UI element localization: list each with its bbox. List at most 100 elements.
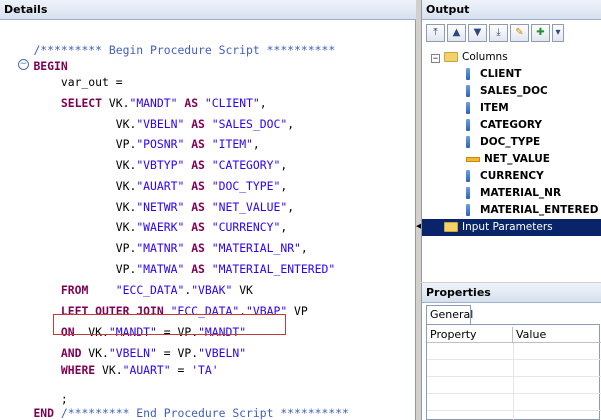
code-token: ; [6, 392, 68, 406]
dropdown-icon[interactable]: ▾ [552, 24, 564, 42]
attribute-column-icon [466, 102, 470, 115]
code-token: FROM [60, 283, 89, 297]
tree-item-label: MATERIAL_NR [480, 187, 562, 199]
table-gridline [427, 376, 601, 377]
move-bottom-icon[interactable]: ⤓ [489, 24, 508, 42]
tree-item-column[interactable]: CATEGORY [466, 117, 542, 134]
code-token: AS [191, 158, 205, 172]
code-token: , [300, 241, 308, 255]
code-token: "MATNR" [136, 241, 185, 255]
code-line: /********* Begin Procedure Script ******… [6, 42, 335, 58]
tree-item-label: CLIENT [480, 68, 522, 80]
code-token: /********* Begin Procedure Script ******… [33, 43, 336, 57]
tree-item-label: CURRENCY [480, 170, 544, 182]
code-token: "AUART" [136, 179, 185, 193]
code-token: VK. [6, 220, 137, 234]
folder-icon [444, 222, 458, 233]
code-line: VK."WAERK" AS "CURRENCY", [6, 219, 287, 235]
collapse-icon[interactable]: − [18, 59, 29, 70]
code-token: "AUART" [122, 363, 171, 377]
tree-item-label: MATERIAL_ENTERED [480, 204, 599, 216]
tree-item-column[interactable]: CLIENT [466, 66, 521, 83]
collapse-columns-icon[interactable]: − [431, 54, 440, 63]
details-panel-title: Details [0, 0, 416, 20]
code-line: VK."VBTYP" AS "CATEGORY", [6, 157, 287, 173]
code-token: VP. [6, 137, 137, 151]
code-line: VP."MATNR" AS "MATERIAL_NR", [6, 240, 308, 256]
code-token: AS [191, 200, 205, 214]
code-token: AS [191, 179, 205, 193]
tree-item-label: Input Parameters [462, 221, 553, 233]
code-token: VK. [95, 363, 123, 377]
attribute-column-icon [466, 136, 470, 149]
tree-item-label: NET_VALUE [484, 153, 550, 165]
tree-item-column[interactable]: MATERIAL_ENTERED [466, 202, 598, 219]
code-token: "ITEM" [211, 137, 253, 151]
value-column-header[interactable]: Value [513, 327, 601, 342]
code-token: = [170, 363, 192, 377]
script-editor[interactable]: /********* Begin Procedure Script ******… [0, 21, 410, 420]
tree-item-input-parameters[interactable]: Input Parameters [422, 219, 601, 236]
code-token: , [287, 200, 295, 214]
move-top-icon[interactable]: ⤒ [426, 24, 445, 42]
move-down-icon[interactable]: ▼ [468, 24, 487, 42]
code-token: 'TA' [191, 363, 219, 377]
property-column-header[interactable]: Property [427, 327, 513, 342]
add-icon[interactable]: ✚ [531, 24, 550, 42]
folder-open-icon [444, 52, 458, 63]
tree-item-column[interactable]: DOC_TYPE [466, 134, 540, 151]
code-line: var_out = [6, 74, 123, 90]
code-token: VK. [6, 179, 137, 193]
code-token: = VP. [156, 346, 199, 360]
tree-item-label: SALES_DOC [480, 85, 548, 97]
code-token: AS [191, 241, 205, 255]
tree-item-column[interactable]: ITEM [466, 100, 509, 117]
code-token: "CLIENT" [204, 96, 260, 110]
code-token: "VBELN" [108, 346, 157, 360]
code-token: AS [191, 220, 205, 234]
tree-item-columns[interactable]: Columns [444, 49, 508, 66]
code-line: BEGIN [6, 58, 67, 74]
tree-item-label: DOC_TYPE [480, 136, 541, 148]
tree-item-column[interactable]: CURRENCY [466, 168, 544, 185]
properties-table: Property Value [426, 324, 601, 420]
code-token: , [280, 179, 288, 193]
code-token: "ECC_DATA" [115, 283, 185, 297]
code-token: "VBTYP" [136, 158, 185, 172]
code-token: AND [60, 346, 82, 360]
tree-item-column[interactable]: MATERIAL_NR [466, 185, 561, 202]
code-token: "VBELN" [136, 117, 185, 131]
code-token: , [252, 137, 260, 151]
tab-general[interactable]: General [426, 305, 473, 324]
code-line: FROM "ECC_DATA"."VBAK" VK [6, 282, 253, 298]
attribute-column-icon [466, 119, 470, 132]
code-token: , [280, 158, 288, 172]
code-line: WHERE VK."AUART" = 'TA' [6, 362, 219, 378]
tree-item-column[interactable]: NET_VALUE [466, 151, 550, 168]
edit-icon[interactable]: ✎ [510, 24, 529, 42]
code-token: AS [184, 96, 199, 110]
code-token: VK. [6, 117, 137, 131]
measure-icon [466, 156, 480, 162]
code-token: "CATEGORY" [211, 158, 281, 172]
tree-item-column[interactable]: SALES_DOC [466, 83, 548, 100]
code-token: , [259, 96, 267, 110]
details-panel: Details /********* Begin Procedure Scrip… [0, 0, 416, 420]
code-token: VK. [6, 200, 137, 214]
properties-panel: Properties General Property Value [421, 283, 601, 420]
code-token: "NETWR" [136, 200, 185, 214]
code-line: VP."MATWA" AS "MATERIAL_ENTERED" [6, 261, 336, 277]
code-line: END /********* End Procedure Script ****… [6, 405, 348, 420]
code-token: VK [232, 283, 253, 297]
tree-item-label: Columns [462, 51, 508, 63]
move-up-icon[interactable]: ▲ [447, 24, 466, 42]
